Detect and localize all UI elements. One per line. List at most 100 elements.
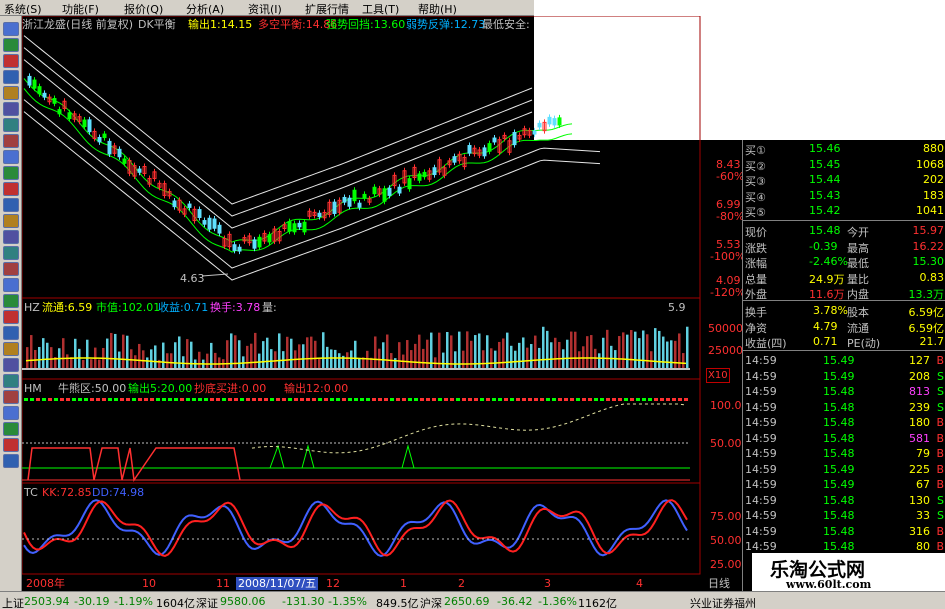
volume-bar	[266, 337, 269, 368]
volume-bar	[90, 359, 93, 368]
volume-bar	[230, 333, 233, 368]
menu-quote[interactable]: 报价(Q)	[124, 1, 163, 17]
toolbar-button-icon[interactable]	[3, 102, 19, 116]
signal-dot	[66, 398, 70, 401]
volume-bar	[374, 336, 377, 368]
volume-bar	[626, 334, 629, 368]
volume-bar	[286, 336, 289, 368]
volume-bar	[322, 332, 325, 368]
tick-price: 15.48	[823, 431, 855, 445]
toolbar-button-icon[interactable]	[3, 134, 19, 148]
volume-bar	[406, 340, 409, 368]
bid-row: 买③ 15.44 202	[743, 171, 945, 188]
signal-dot	[384, 398, 388, 401]
balance-line	[23, 88, 573, 253]
toolbar-button-icon[interactable]	[3, 310, 19, 324]
signal-dot	[594, 398, 598, 401]
toolbar-button-icon[interactable]	[3, 150, 19, 164]
candle-body	[382, 188, 387, 202]
toolbar-button-icon[interactable]	[3, 230, 19, 244]
signal-dot	[576, 398, 580, 401]
toolbar-button-icon[interactable]	[3, 358, 19, 372]
candle-body	[202, 220, 207, 225]
tick-row: 14:59 15.49 127 B	[743, 352, 945, 369]
toolbar-button-icon[interactable]	[3, 22, 19, 36]
volume-bar	[34, 349, 37, 368]
signal-dot	[192, 398, 196, 401]
volume-bar	[394, 358, 397, 368]
signal-dot	[654, 398, 658, 401]
candle-body	[302, 221, 307, 233]
tick-side: S	[937, 369, 944, 383]
toolbar-button-icon[interactable]	[3, 118, 19, 132]
toolbar-button-icon[interactable]	[3, 198, 19, 212]
quote-panel: 买① 15.46 880 买② 15.45 1068 买③ 15.44 202 买④ 15.43 18…	[742, 140, 945, 591]
hm-tick: 100.0	[710, 399, 742, 412]
volume-bar	[554, 337, 557, 368]
menu-news[interactable]: 资讯(I)	[248, 1, 282, 17]
signal-dot	[126, 398, 130, 401]
toolbar-button-icon[interactable]	[3, 390, 19, 404]
volume-bar	[546, 330, 549, 368]
menu-help[interactable]: 帮助(H)	[418, 1, 457, 17]
stat-value: 16.22	[912, 239, 945, 253]
menu-analysis[interactable]: 分析(A)	[186, 1, 224, 17]
hz-label: HZ	[24, 301, 40, 314]
tick-volume: 127	[909, 354, 930, 367]
toolbar-button-icon[interactable]	[3, 454, 19, 468]
stat-value: 3.78%	[813, 304, 848, 317]
volume-bar	[62, 338, 65, 368]
candle-body	[212, 218, 217, 229]
tc-label: TC	[24, 486, 38, 499]
signal-dot	[282, 398, 286, 401]
bid-price: 15.45	[809, 157, 841, 171]
tick-price: 15.48	[823, 400, 855, 414]
toolbar-button-icon[interactable]	[3, 246, 19, 260]
volume-bar	[642, 330, 645, 368]
signal-dot	[30, 398, 34, 401]
signal-dot	[24, 398, 28, 401]
toolbar-button-icon[interactable]	[3, 262, 19, 276]
candle-body	[342, 196, 347, 203]
menu-extended[interactable]: 扩展行情	[305, 1, 349, 17]
stat-value: -2.46%	[809, 255, 848, 268]
stat-value: 0.83	[919, 270, 945, 284]
volume-bar	[602, 337, 605, 368]
menu-system[interactable]: 系统(S)	[4, 1, 42, 17]
tick-time: 14:59	[745, 478, 777, 491]
signal-dot	[252, 398, 256, 401]
candle-body	[297, 222, 302, 228]
volume-bar	[242, 356, 245, 368]
signal-dot	[246, 398, 250, 401]
candle-body	[317, 212, 322, 218]
toolbar-button-icon[interactable]	[3, 214, 19, 228]
chart-area[interactable]: 浙江龙盛(日线 前复权) DK平衡 输出1:14.15 多空平衡:14.86 强…	[22, 16, 745, 591]
menu-function[interactable]: 功能(F)	[62, 1, 99, 17]
toolbar-button-icon[interactable]	[3, 294, 19, 308]
toolbar-button-icon[interactable]	[3, 182, 19, 196]
toolbar-button-icon[interactable]	[3, 54, 19, 68]
menu-tools[interactable]: 工具(T)	[362, 1, 399, 17]
candle-body	[97, 136, 102, 143]
toolbar-button-icon[interactable]	[3, 166, 19, 180]
toolbar-button-icon[interactable]	[3, 438, 19, 452]
toolbar-button-icon[interactable]	[3, 422, 19, 436]
toolbar-button-icon[interactable]	[3, 374, 19, 388]
toolbar-button-icon[interactable]	[3, 38, 19, 52]
toolbar-button-icon[interactable]	[3, 326, 19, 340]
toolbar-button-icon[interactable]	[3, 406, 19, 420]
toolbar-button-icon[interactable]	[3, 70, 19, 84]
tick-side: B	[936, 416, 944, 429]
tick-volume: 180	[909, 416, 930, 429]
signal-dot	[270, 398, 274, 401]
toolbar-button-icon[interactable]	[3, 342, 19, 356]
period-label[interactable]: 日线	[708, 577, 730, 590]
volume-bar	[458, 331, 461, 368]
status-item: 2650.69	[444, 595, 490, 608]
volume-bar	[530, 344, 533, 368]
volume-bar	[398, 342, 401, 368]
stat-value: -0.39	[809, 239, 838, 253]
hm-label: HM	[24, 382, 42, 395]
toolbar-button-icon[interactable]	[3, 278, 19, 292]
toolbar-button-icon[interactable]	[3, 86, 19, 100]
